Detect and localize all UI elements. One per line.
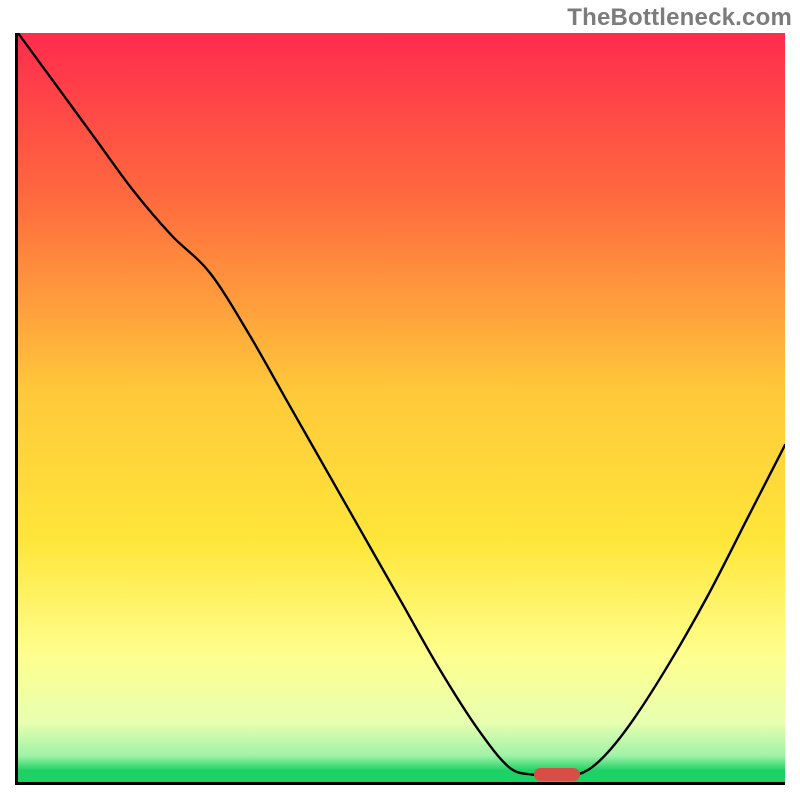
gradient-fill-rect	[18, 33, 785, 782]
chart-frame: TheBottleneck.com	[0, 0, 800, 800]
optimal-marker	[534, 768, 580, 781]
chart-svg	[18, 33, 785, 782]
watermark-text: TheBottleneck.com	[567, 4, 792, 32]
plot-area	[15, 33, 785, 785]
